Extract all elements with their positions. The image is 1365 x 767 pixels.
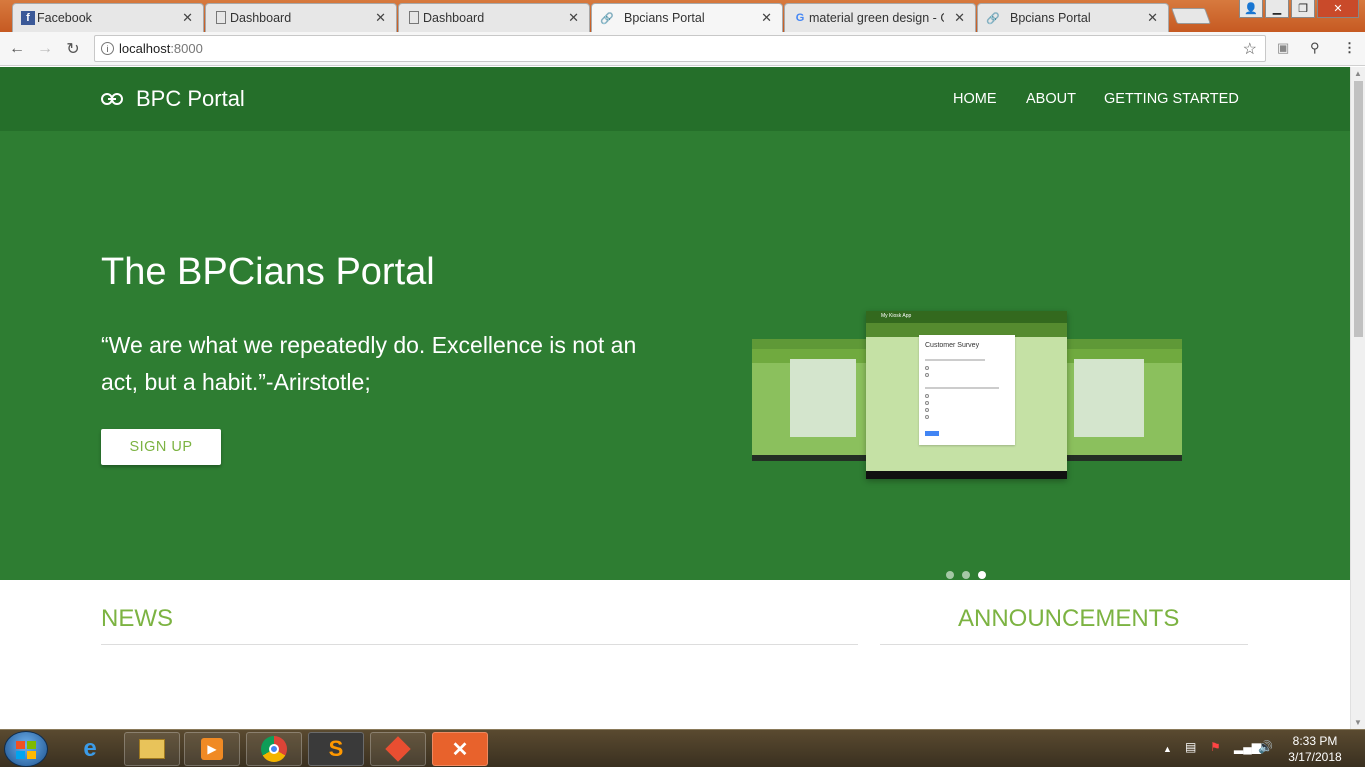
facebook-icon: f: [21, 11, 35, 25]
forward-icon[interactable]: →: [34, 38, 56, 60]
brand-title: BPC Portal: [136, 86, 245, 111]
scroll-down-icon[interactable]: ▼: [1354, 718, 1362, 727]
window-controls: 👤 ▁ ❐ ✕: [1239, 0, 1359, 18]
xampp-icon[interactable]: ✕: [432, 732, 488, 766]
carousel-slide-right[interactable]: [1062, 339, 1182, 461]
close-icon[interactable]: ✕: [1147, 10, 1158, 26]
link-icon: [101, 93, 123, 105]
tab-title: Facebook: [37, 11, 92, 25]
address-bar[interactable]: i localhost:8000 ☆: [94, 35, 1266, 62]
browser-tab-strip: f Facebook ✕ Dashboard ✕ Dashboard ✕ 🔗 B…: [0, 0, 1365, 32]
nav-home[interactable]: HOME: [953, 91, 997, 107]
close-icon[interactable]: ✕: [375, 10, 386, 26]
scrollbar-thumb[interactable]: [1354, 81, 1363, 337]
announcements-heading: ANNOUNCEMENTS: [958, 605, 1180, 632]
tab-title: Bpcians Portal: [1010, 11, 1091, 25]
hero-title: The BPCians Portal: [101, 251, 435, 293]
reload-icon[interactable]: ↻: [62, 38, 84, 60]
carousel-dot-active[interactable]: [978, 571, 986, 579]
start-button[interactable]: [4, 731, 48, 767]
new-tab-button[interactable]: [1171, 8, 1211, 24]
show-hidden-icons[interactable]: ▲: [1163, 744, 1172, 754]
web-page: BPC Portal HOME ABOUT GETTING STARTED Th…: [0, 67, 1350, 729]
maximize-icon[interactable]: ❐: [1291, 0, 1315, 18]
info-icon[interactable]: i: [101, 42, 114, 55]
hero-section: The BPCians Portal “We are what we repea…: [0, 131, 1350, 580]
google-icon: G: [795, 12, 805, 24]
browser-tab[interactable]: f Facebook ✕: [12, 3, 204, 32]
browser-tab[interactable]: Dashboard ✕: [398, 3, 590, 32]
clock-date: 3/17/2018: [1288, 750, 1342, 764]
extension-icon[interactable]: ▣: [1277, 40, 1289, 56]
page-icon: [216, 11, 226, 24]
internet-explorer-icon[interactable]: e: [62, 732, 118, 766]
close-icon[interactable]: ✕: [568, 10, 579, 26]
tab-title: Dashboard: [230, 11, 292, 25]
browser-tab[interactable]: G material green design - G ✕: [784, 3, 976, 32]
mini-card-title: Customer Survey: [925, 342, 980, 349]
browser-tab-active[interactable]: 🔗 Bpcians Portal ✕: [591, 3, 783, 32]
hero-quote: “We are what we repeatedly do. Excellenc…: [101, 332, 637, 395]
tab-title: Dashboard: [423, 11, 485, 25]
file-explorer-icon[interactable]: [124, 732, 180, 766]
carousel-indicators: [946, 571, 986, 579]
flag-alert-icon[interactable]: ⚑: [1210, 740, 1221, 754]
site-navbar: BPC Portal HOME ABOUT GETTING STARTED: [0, 67, 1350, 131]
browser-toolbar: ← → ↻ i localhost:8000 ☆ ▣ ⚲ ⋮: [0, 32, 1365, 66]
minimize-icon[interactable]: ▁: [1265, 0, 1289, 18]
volume-icon[interactable]: 🔊: [1258, 740, 1273, 754]
browser-tab[interactable]: 🔗 Bpcians Portal ✕: [977, 3, 1169, 32]
sign-up-button[interactable]: SIGN UP: [101, 429, 221, 465]
close-icon[interactable]: ✕: [182, 10, 193, 26]
url-port: :8000: [170, 41, 203, 56]
nav-getting-started[interactable]: GETTING STARTED: [1104, 91, 1239, 107]
windows-logo-icon: [16, 741, 36, 759]
git-icon[interactable]: [370, 732, 426, 766]
page-icon: [409, 11, 419, 24]
menu-icon[interactable]: ⋮: [1343, 40, 1356, 56]
site-brand[interactable]: BPC Portal: [101, 86, 245, 112]
signal-icon[interactable]: ▂▄▆: [1234, 740, 1261, 754]
carousel-dot[interactable]: [946, 571, 954, 579]
tab-title: Bpcians Portal: [624, 11, 705, 25]
back-icon[interactable]: ←: [6, 38, 28, 60]
news-divider: [101, 644, 858, 645]
announcements-divider: [880, 644, 1248, 645]
carousel-slide-left[interactable]: [752, 339, 872, 461]
page-scrollbar[interactable]: ▲ ▼: [1350, 67, 1365, 729]
close-icon[interactable]: ✕: [761, 10, 772, 26]
clock-time: 8:33 PM: [1292, 734, 1338, 748]
user-icon[interactable]: 👤: [1239, 0, 1263, 18]
search-extension-icon[interactable]: ⚲: [1310, 40, 1320, 56]
system-clock[interactable]: 8:33 PM 3/17/2018: [1282, 733, 1348, 765]
link-icon: 🔗: [600, 12, 614, 25]
nav-about[interactable]: ABOUT: [1026, 91, 1076, 107]
network-adapter-icon[interactable]: ▤: [1185, 740, 1196, 754]
media-player-icon[interactable]: ▶: [184, 732, 240, 766]
mini-app-name: My Kiosk App: [881, 313, 912, 319]
scroll-up-icon[interactable]: ▲: [1354, 69, 1362, 78]
bookmark-star-icon[interactable]: ☆: [1243, 39, 1257, 59]
tab-title: material green design - G: [809, 11, 944, 25]
windows-taskbar: e ▶ S ✕ ▲ ▤ ⚑ ▂▄▆ 🔊 8:33 PM 3/17/2018: [0, 729, 1365, 767]
url-host: localhost: [119, 41, 171, 56]
window-close-icon[interactable]: ✕: [1317, 0, 1359, 18]
link-icon: 🔗: [986, 12, 1000, 25]
carousel-dot[interactable]: [962, 571, 970, 579]
carousel-slide-active[interactable]: My Kiosk App Customer Survey: [866, 311, 1067, 479]
sublime-text-icon[interactable]: S: [308, 732, 364, 766]
chrome-icon[interactable]: [246, 732, 302, 766]
news-heading: NEWS: [101, 605, 173, 632]
close-icon[interactable]: ✕: [954, 10, 965, 26]
browser-tab[interactable]: Dashboard ✕: [205, 3, 397, 32]
